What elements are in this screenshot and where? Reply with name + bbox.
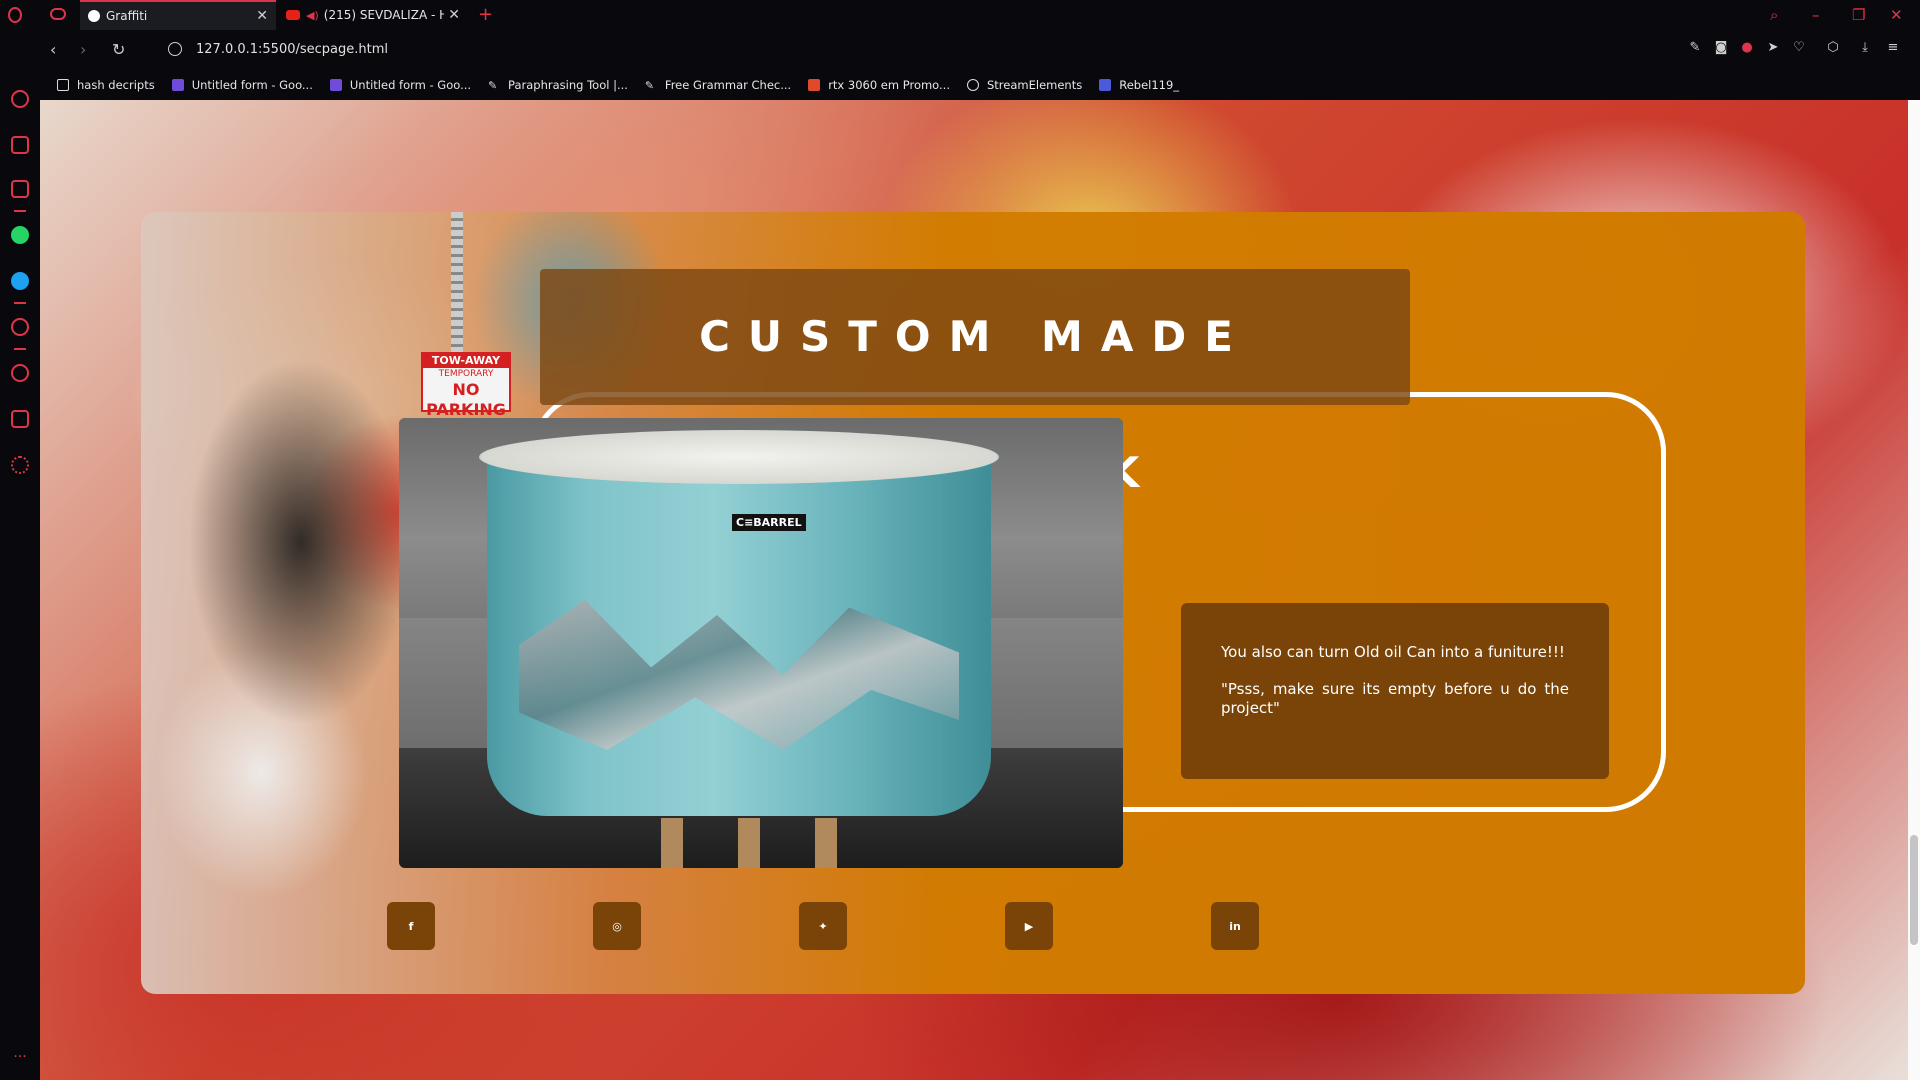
heart-icon[interactable]: ♡ xyxy=(1792,41,1806,55)
back-button[interactable]: ‹ xyxy=(50,40,56,59)
sign-line-3: NO PARKING xyxy=(426,380,506,419)
instagram-button[interactable]: ◎ xyxy=(593,902,641,950)
shop-icon xyxy=(808,79,821,91)
folder-icon xyxy=(57,79,69,91)
linkedin-icon: in xyxy=(1229,919,1241,933)
info-note: "Psss, make sure its empty before u do t… xyxy=(1221,680,1569,717)
bookmark-paraphrasing-tool[interactable]: ✎ Paraphrasing Tool |... xyxy=(488,78,628,92)
bookmark-untitled-form-1[interactable]: Untitled form - Goo... xyxy=(171,78,313,92)
minimize-button[interactable]: – xyxy=(1812,6,1820,24)
barrel-photo: C≡BARREL xyxy=(399,418,1123,868)
bookmark-hash-decripts[interactable]: hash decripts xyxy=(57,78,155,92)
tab-bar: Graffiti ✕ ◀) (215) SEVDALIZA - HUM ✕ + … xyxy=(0,0,1920,30)
send-icon[interactable]: ➤ xyxy=(1766,41,1780,55)
globe-icon xyxy=(88,10,100,22)
scrollbar[interactable] xyxy=(1908,100,1920,1080)
bookmark-label: Free Grammar Chec... xyxy=(664,78,792,92)
facebook-button[interactable]: f xyxy=(387,902,435,950)
linkedin-button[interactable]: in xyxy=(1211,902,1259,950)
shop-icon[interactable] xyxy=(11,136,29,154)
edit-icon[interactable]: ✎ xyxy=(1688,41,1702,55)
page-title: CUSTOM MADE ARTWORK xyxy=(699,312,1251,497)
info-panel: You also can turn Old oil Can into a fun… xyxy=(1181,603,1609,779)
address-bar: ‹ › ↻ 127.0.0.1:5500/secpage.html ✎ ◙ ● … xyxy=(40,30,1920,70)
close-window-button[interactable]: ✕ xyxy=(1890,6,1903,24)
barrel-legs xyxy=(639,818,859,868)
content-card: TOW-AWAY TEMPORARY NO PARKING CUSTOM MAD… xyxy=(141,212,1805,994)
quill-icon: ✎ xyxy=(488,79,498,92)
twitter-icon: ✦ xyxy=(818,919,828,933)
sign-line-1: TOW-AWAY xyxy=(423,354,509,368)
restore-button[interactable]: ❐ xyxy=(1852,6,1865,24)
whatsapp-icon[interactable] xyxy=(11,226,29,244)
quill-icon: ✎ xyxy=(644,79,655,92)
instagram-icon: ◎ xyxy=(612,919,622,933)
tab-graffiti[interactable]: Graffiti ✕ xyxy=(80,0,276,30)
opera-menu-icon[interactable] xyxy=(8,7,22,23)
sign-pole xyxy=(451,212,463,352)
adblock-shield-icon[interactable]: ● xyxy=(1740,41,1754,55)
settings-gear-icon[interactable] xyxy=(11,456,29,474)
bookmark-rebel119[interactable]: Rebel119_ xyxy=(1099,78,1179,92)
sign-line-2: TEMPORARY xyxy=(438,369,494,379)
browser-sidebar: ··· xyxy=(0,30,40,1080)
info-text: You also can turn Old oil Can into a fun… xyxy=(1221,643,1565,661)
player-icon[interactable] xyxy=(11,318,29,336)
youtube-icon xyxy=(286,10,300,20)
camera-icon[interactable]: ◙ xyxy=(1714,41,1728,55)
bookmarks-bar: hash decripts Untitled form - Goo... Unt… xyxy=(40,70,1920,100)
more-icon[interactable]: ··· xyxy=(11,1048,29,1066)
new-tab-button[interactable]: + xyxy=(478,4,493,25)
cube-icon[interactable]: ⬡ xyxy=(1826,41,1840,55)
speaker-icon[interactable]: ◀) xyxy=(306,9,319,22)
tab-youtube[interactable]: ◀) (215) SEVDALIZA - HUM ✕ xyxy=(278,0,468,30)
bookmark-streamelements[interactable]: StreamElements xyxy=(967,78,1082,92)
history-icon[interactable] xyxy=(11,364,29,382)
google-forms-icon xyxy=(171,79,184,91)
barrel-brand-label: C≡BARREL xyxy=(732,514,806,531)
bookmark-grammar-checker[interactable]: ✎ Free Grammar Chec... xyxy=(645,78,791,92)
download-icon[interactable]: ⤓ xyxy=(1858,41,1872,55)
scrollbar-thumb[interactable] xyxy=(1910,835,1918,945)
title-box: CUSTOM MADE ARTWORK xyxy=(540,269,1410,497)
speed-dial-icon[interactable] xyxy=(11,90,29,108)
twitter-button[interactable]: ✦ xyxy=(799,902,847,950)
tow-away-sign: TOW-AWAY TEMPORARY NO PARKING xyxy=(421,352,511,419)
tab-title: (215) SEVDALIZA - HUM xyxy=(323,8,445,22)
crushed-oil-barrel-table-image: C≡BARREL xyxy=(479,430,999,830)
bookmark-label: Untitled form - Goo... xyxy=(191,78,313,92)
site-info-icon[interactable] xyxy=(168,42,182,56)
bookmark-label: rtx 3060 em Promo... xyxy=(828,78,950,92)
youtube-button[interactable]: ▶ xyxy=(1005,902,1053,950)
menu-icon[interactable]: ≡ xyxy=(1886,41,1900,55)
page-icon xyxy=(1099,79,1112,91)
url-field[interactable]: 127.0.0.1:5500/secpage.html xyxy=(196,42,388,57)
twitch-icon[interactable] xyxy=(11,180,29,198)
sidebar-divider xyxy=(14,302,26,304)
forward-button[interactable]: › xyxy=(80,40,86,59)
close-tab-icon[interactable]: ✕ xyxy=(448,7,460,23)
barrel-top xyxy=(479,430,999,484)
tab-title: Graffiti xyxy=(106,9,148,23)
page-viewport: TOW-AWAY TEMPORARY NO PARKING CUSTOM MAD… xyxy=(40,100,1920,1080)
sidebar-divider xyxy=(14,210,26,212)
streamelements-icon xyxy=(967,79,979,91)
youtube-icon: ▶ xyxy=(1024,919,1034,933)
google-forms-icon xyxy=(329,79,342,91)
gx-control-icon[interactable] xyxy=(50,8,66,20)
bookmark-untitled-form-2[interactable]: Untitled form - Goo... xyxy=(329,78,472,92)
bookmark-rtx-promo[interactable]: rtx 3060 em Promo... xyxy=(808,78,950,92)
bookmark-label: hash decripts xyxy=(77,78,155,92)
twitter-icon[interactable] xyxy=(11,272,29,290)
close-tab-icon[interactable]: ✕ xyxy=(256,8,268,24)
sidebar-divider xyxy=(14,348,26,350)
search-tabs-icon[interactable]: ⌕ xyxy=(1770,6,1778,24)
bookmark-label: Paraphrasing Tool |... xyxy=(508,78,628,92)
bookmark-label: StreamElements xyxy=(987,78,1083,92)
reload-button[interactable]: ↻ xyxy=(112,40,125,59)
extensions-cube-icon[interactable] xyxy=(11,410,29,428)
bookmark-label: Rebel119_ xyxy=(1119,78,1180,92)
facebook-icon: f xyxy=(408,919,414,933)
bookmark-label: Untitled form - Goo... xyxy=(349,78,472,92)
